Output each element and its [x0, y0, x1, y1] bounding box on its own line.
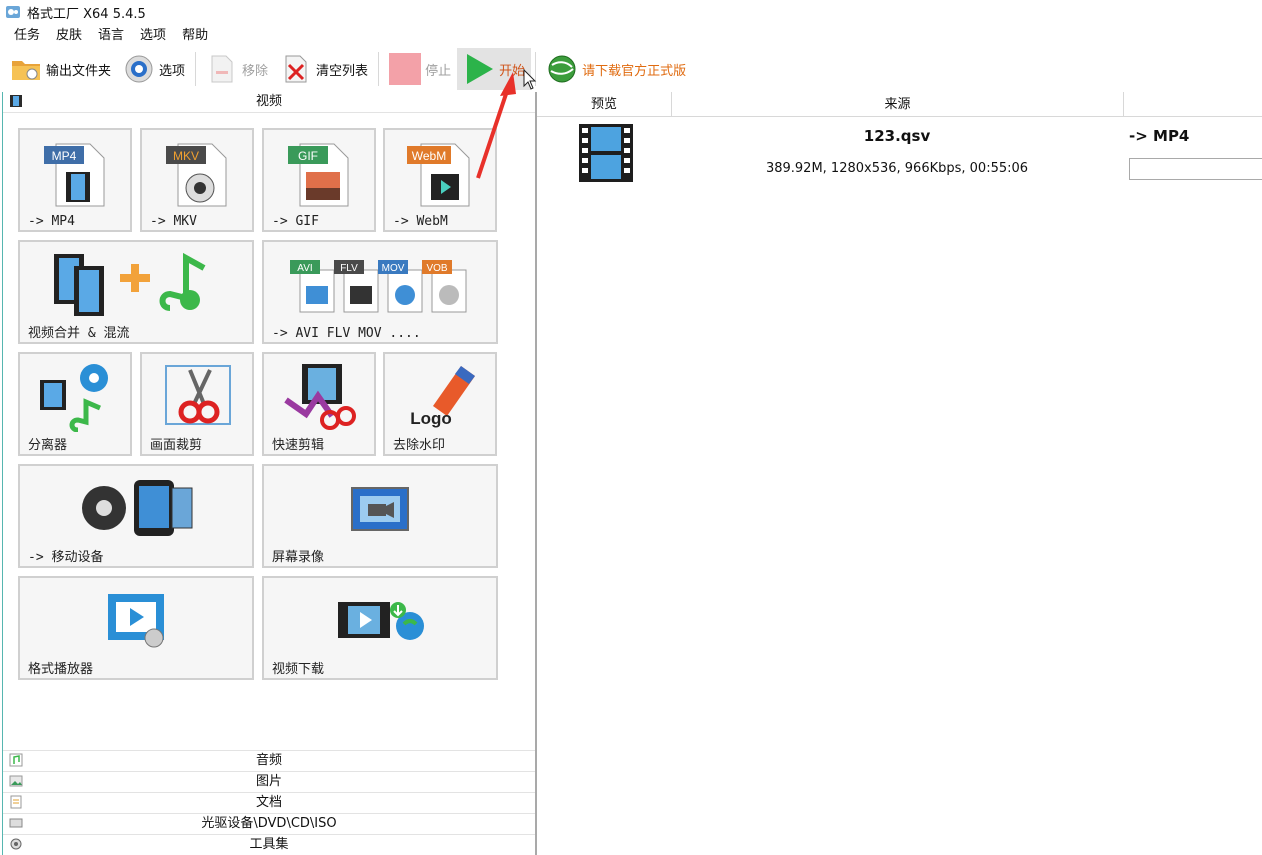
window-title: 格式工厂 X64 5.4.5: [27, 6, 146, 22]
mkv-badge: MKV: [173, 149, 199, 163]
category-tools[interactable]: 工具集: [3, 834, 535, 855]
avi-badge: AVI: [297, 263, 312, 274]
tile-screen-record[interactable]: 屏幕录像: [262, 464, 498, 568]
document-remove-icon: [211, 55, 233, 83]
mov-badge: MOV: [382, 263, 405, 274]
video-download-icon: [338, 602, 424, 640]
video-thumbnail-icon: [579, 124, 633, 182]
tools-icon: [10, 838, 22, 850]
clear-list-button[interactable]: 清空列表: [274, 48, 374, 90]
tile-remove-watermark[interactable]: Logo 去除水印: [383, 352, 497, 456]
tile-to-gif[interactable]: GIF -> GIF: [262, 128, 376, 232]
menu-bar: 任务 皮肤 语言 选项 帮助: [0, 24, 216, 48]
eraser-logo-icon: Logo: [410, 366, 475, 428]
logo-text: Logo: [410, 409, 452, 428]
webm-badge: WebM: [412, 149, 446, 163]
format-files-icon: AVI FLV MOV VOB: [290, 260, 467, 313]
tile-quick-cut[interactable]: 快速剪辑: [262, 352, 376, 456]
gif-badge: GIF: [298, 149, 318, 163]
task-filename: 123.qsv: [863, 127, 931, 145]
task-file-info: 389.92M, 1280x536, 966Kbps, 00:55:06: [765, 161, 1029, 176]
tile-to-mkv[interactable]: MKV -> MKV: [140, 128, 254, 232]
title-bar: 格式工厂 X64 5.4.5: [0, 0, 1262, 24]
category-video[interactable]: 视频: [3, 92, 535, 113]
disc-drive-icon: [9, 818, 23, 828]
tile-splitter[interactable]: 分离器: [18, 352, 132, 456]
play-icon: [467, 54, 494, 84]
toolbar-separator: [195, 52, 197, 86]
tile-mobile-device[interactable]: -> 移动设备: [18, 464, 254, 568]
tile-video-download[interactable]: 视频下载: [262, 576, 498, 680]
tile-to-mp4[interactable]: MP4 -> MP4: [18, 128, 132, 232]
other-categories: 音频 图片 文档 光驱设备\DVD\CD\ISO 工具集: [3, 750, 535, 855]
media-player-icon: [108, 594, 164, 648]
quick-cut-icon: [284, 364, 356, 430]
gif-file-icon: GIF: [288, 143, 349, 207]
music-note-icon: [9, 753, 23, 767]
splitter-icon: [40, 364, 108, 432]
tile-video-merge[interactable]: 视频合并 & 混流: [18, 240, 254, 344]
gear-icon: [125, 55, 153, 83]
film-icon: [10, 95, 22, 107]
category-document[interactable]: 文档: [3, 792, 535, 813]
start-button[interactable]: 开始: [457, 48, 532, 90]
folder-icon: [12, 61, 40, 80]
mobile-device-icon: [82, 480, 193, 536]
task-list: 预览 来源 123.qsv 389.92M, 1280x536, 966Kbps…: [536, 92, 1262, 855]
tile-player[interactable]: 格式播放器: [18, 576, 254, 680]
stop-icon: [389, 53, 422, 85]
task-target-format: -> MP4: [1129, 127, 1190, 145]
category-image[interactable]: 图片: [3, 771, 535, 792]
toolbar-separator: [378, 52, 380, 86]
mp4-file-icon: MP4: [44, 143, 105, 207]
webm-file-icon: WebM: [407, 143, 470, 207]
document-icon: [10, 795, 22, 809]
category-disc[interactable]: 光驱设备\DVD\CD\ISO: [3, 813, 535, 834]
column-output[interactable]: [1124, 92, 1262, 117]
flv-badge: FLV: [340, 263, 358, 274]
menu-options[interactable]: 选项: [132, 24, 174, 48]
picture-icon: [9, 775, 23, 787]
menu-task[interactable]: 任务: [6, 24, 48, 48]
menu-help[interactable]: 帮助: [174, 24, 216, 48]
menu-language[interactable]: 语言: [90, 24, 132, 48]
tile-to-other-formats[interactable]: AVI FLV MOV VOB -> AVI FLV MOV ....: [262, 240, 498, 344]
mp4-badge: MP4: [52, 149, 77, 163]
options-button[interactable]: 选项: [117, 48, 191, 90]
tile-crop[interactable]: 画面裁剪: [140, 352, 254, 456]
stop-button[interactable]: 停止: [383, 48, 457, 90]
download-official-link[interactable]: 请下载官方正式版: [540, 48, 692, 90]
mkv-file-icon: MKV: [166, 143, 227, 207]
crop-scissors-icon: [165, 365, 231, 425]
toolbar-separator: [535, 52, 537, 86]
video-tools-grid: MP4 -> MP4 MKV -> MKV GIF -> GIF WebM ->…: [3, 113, 535, 753]
screen-record-icon: [351, 487, 409, 531]
clear-list-icon: [285, 55, 307, 83]
tile-to-webm[interactable]: WebM -> WebM: [383, 128, 497, 232]
category-panel: 视频 MP4 -> MP4 MKV -> MKV GIF -> GIF WebM…: [2, 92, 536, 855]
toolbar: 输出文件夹 选项 移除 清空列表 停止 开始 请下载官方正式版: [0, 48, 1262, 90]
app-logo-icon: [6, 6, 20, 18]
vob-badge: VOB: [426, 263, 447, 274]
remove-button[interactable]: 移除: [200, 48, 274, 90]
column-source[interactable]: 来源: [672, 92, 1124, 117]
column-preview[interactable]: 预览: [537, 92, 672, 117]
task-progress-bar: [1129, 158, 1262, 180]
merge-video-audio-icon: [54, 252, 206, 316]
globe-download-icon: [548, 55, 576, 83]
output-folder-button[interactable]: 输出文件夹: [0, 48, 117, 90]
menu-skin[interactable]: 皮肤: [48, 24, 90, 48]
category-audio[interactable]: 音频: [3, 750, 535, 771]
